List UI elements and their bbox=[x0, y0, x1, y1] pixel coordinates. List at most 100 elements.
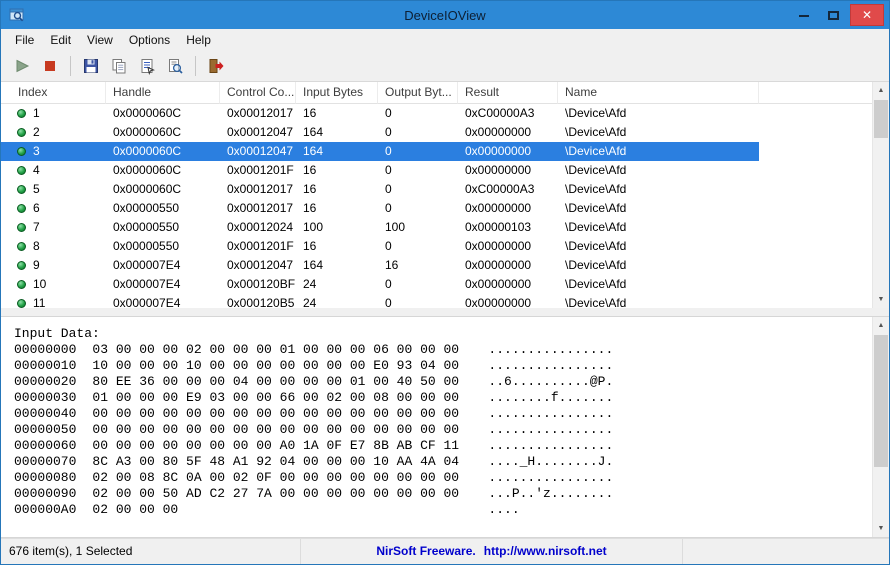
status-freeware-panel: NirSoft Freeware. http://www.nirsoft.net bbox=[301, 539, 683, 564]
hex-content: Input Data: 00000000 03 00 00 00 02 00 00… bbox=[1, 317, 889, 518]
cell-index-value: 8 bbox=[33, 239, 40, 253]
cell-index: 2 bbox=[1, 123, 106, 142]
scroll-down-icon[interactable]: ▼ bbox=[873, 291, 889, 308]
cell-handle: 0x0000060C bbox=[106, 142, 220, 161]
exit-button[interactable] bbox=[203, 53, 229, 79]
table-row[interactable]: 10 0x000007E4 0x000120BF 24 0 0x00000000 \Devi… bbox=[1, 275, 759, 294]
menu-edit[interactable]: Edit bbox=[42, 30, 79, 50]
scrollbar-thumb[interactable] bbox=[874, 100, 888, 138]
hex-scrollbar[interactable]: ▲ ▼ bbox=[872, 317, 889, 537]
column-header-output-bytes[interactable]: Output Byt... bbox=[378, 82, 458, 104]
status-icon bbox=[17, 204, 26, 213]
status-icon bbox=[17, 280, 26, 289]
status-icon bbox=[17, 223, 26, 232]
column-header-name[interactable]: Name bbox=[558, 82, 759, 104]
cell-control-code: 0x000120BF bbox=[227, 277, 296, 291]
list-scrollbar[interactable]: ▲ ▼ bbox=[872, 82, 889, 308]
cell-control-code: 0x00012024 bbox=[227, 220, 294, 234]
column-header-handle[interactable]: Handle bbox=[106, 82, 220, 104]
cell-index-value: 5 bbox=[33, 182, 40, 196]
column-header-result[interactable]: Result bbox=[458, 82, 558, 104]
hex-offset: 00000020 bbox=[14, 374, 77, 389]
toolbar bbox=[1, 51, 889, 81]
stop-capture-button[interactable] bbox=[37, 53, 63, 79]
play-icon bbox=[16, 59, 30, 73]
hex-bytes: 03 00 00 00 02 00 00 00 01 00 00 00 06 0… bbox=[92, 342, 460, 357]
start-capture-button[interactable] bbox=[9, 53, 35, 79]
table-row[interactable]: 7 0x00000550 0x00012024 100 100 0x00000103 \De… bbox=[1, 218, 759, 237]
close-button[interactable]: ✕ bbox=[850, 4, 884, 26]
cell-input-bytes: 16 bbox=[303, 182, 317, 196]
hex-offset: 00000090 bbox=[14, 486, 77, 501]
cell-name: \Device\Afd bbox=[565, 106, 627, 120]
cell-handle: 0x00000550 bbox=[113, 220, 180, 234]
cell-result: 0x00000103 bbox=[465, 220, 532, 234]
properties-button[interactable] bbox=[134, 53, 160, 79]
menu-view[interactable]: View bbox=[79, 30, 121, 50]
cell-handle: 0x000007E4 bbox=[113, 296, 181, 308]
table-row[interactable]: 9 0x000007E4 0x00012047 164 16 0x00000000 \Dev… bbox=[1, 256, 759, 275]
cell-input-bytes: 24 bbox=[303, 277, 317, 291]
cell-index-value: 11 bbox=[33, 296, 46, 308]
scroll-up-icon[interactable]: ▲ bbox=[873, 317, 889, 334]
copy-button[interactable] bbox=[106, 53, 132, 79]
toolbar-separator bbox=[70, 56, 71, 76]
caption-buttons: ✕ bbox=[790, 4, 884, 26]
hex-line: 000000A0 02 00 00 00.... bbox=[14, 502, 889, 518]
column-header-input-bytes[interactable]: Input Bytes bbox=[296, 82, 378, 104]
cell-name: \Device\Afd bbox=[565, 163, 627, 177]
status-bar: 676 item(s), 1 Selected NirSoft Freeware… bbox=[1, 538, 889, 564]
list-rows: 1 0x0000060C 0x00012017 16 0 0xC00000A3 \Devic… bbox=[1, 104, 759, 308]
column-header-filler bbox=[759, 82, 873, 104]
hex-ascii: ................ bbox=[488, 422, 614, 437]
cell-index: 3 bbox=[1, 142, 106, 161]
cell-control-code: 0x00012047 bbox=[220, 142, 296, 161]
status-icon bbox=[17, 109, 26, 118]
hex-bytes: 01 00 00 00 E9 03 00 00 66 00 02 00 08 0… bbox=[92, 390, 460, 405]
cell-output-bytes: 16 bbox=[385, 258, 399, 272]
cell-input-bytes: 24 bbox=[303, 296, 317, 308]
cell-output-bytes: 0 bbox=[385, 125, 392, 139]
table-row[interactable]: 6 0x00000550 0x00012017 16 0 0x00000000 \Devic… bbox=[1, 199, 759, 218]
table-row[interactable]: 1 0x0000060C 0x00012017 16 0 0xC00000A3 \Devic… bbox=[1, 104, 759, 123]
table-row[interactable]: 11 0x000007E4 0x000120B5 24 0 0x00000000 \Devi… bbox=[1, 294, 759, 308]
cell-control-code: 0x00012017 bbox=[227, 201, 294, 215]
title-bar[interactable]: DeviceIOView ✕ bbox=[1, 1, 889, 29]
cell-index-value: 10 bbox=[33, 277, 47, 291]
scroll-down-icon[interactable]: ▼ bbox=[873, 520, 889, 537]
column-header-control-code[interactable]: Control Co... bbox=[220, 82, 296, 104]
hex-bytes: 00 00 00 00 00 00 00 00 00 00 00 00 00 0… bbox=[92, 406, 460, 421]
cell-output-bytes: 0 bbox=[378, 142, 458, 161]
cell-control-code: 0x00012017 bbox=[227, 182, 294, 196]
table-row[interactable]: 5 0x0000060C 0x00012017 16 0 0xC00000A3 \Devic… bbox=[1, 180, 759, 199]
save-button[interactable] bbox=[78, 53, 104, 79]
cell-output-bytes: 0 bbox=[385, 182, 392, 196]
cell-handle: 0x0000060C bbox=[113, 106, 182, 120]
stop-icon bbox=[45, 61, 55, 71]
table-row[interactable]: 8 0x00000550 0x0001201F 16 0 0x00000000 \Devic… bbox=[1, 237, 759, 256]
maximize-button[interactable] bbox=[820, 4, 847, 26]
scrollbar-thumb[interactable] bbox=[874, 335, 888, 467]
table-row[interactable]: 4 0x0000060C 0x0001201F 16 0 0x00000000 \Devic… bbox=[1, 161, 759, 180]
status-icon bbox=[17, 261, 26, 270]
menu-options[interactable]: Options bbox=[121, 30, 178, 50]
menu-help[interactable]: Help bbox=[178, 30, 219, 50]
table-row-selected[interactable]: 3 0x0000060C 0x00012047 164 0 0x00000000 \Devi… bbox=[1, 142, 759, 161]
table-row[interactable]: 2 0x0000060C 0x00012047 164 0 0x00000000 \Devi… bbox=[1, 123, 759, 142]
nirsoft-link[interactable]: http://www.nirsoft.net bbox=[484, 544, 607, 558]
cell-index: 10 bbox=[1, 275, 106, 294]
scroll-up-icon[interactable]: ▲ bbox=[873, 82, 889, 99]
menu-file[interactable]: File bbox=[7, 30, 42, 50]
cell-input-bytes: 164 bbox=[303, 125, 324, 139]
hex-line: 00000010 10 00 00 00 10 00 00 00 00 00 00… bbox=[14, 358, 889, 374]
pane-splitter[interactable] bbox=[1, 308, 889, 316]
cell-name: \Device\Afd bbox=[565, 258, 627, 272]
minimize-button[interactable] bbox=[790, 4, 817, 26]
cell-name: \Device\Afd bbox=[565, 220, 627, 234]
status-icon bbox=[17, 147, 26, 156]
find-button[interactable] bbox=[162, 53, 188, 79]
column-header-index[interactable]: Index bbox=[1, 82, 106, 104]
cell-result: 0x00000000 bbox=[465, 277, 532, 291]
cell-name: \Device\Afd bbox=[565, 277, 627, 291]
hex-offset: 00000030 bbox=[14, 390, 77, 405]
